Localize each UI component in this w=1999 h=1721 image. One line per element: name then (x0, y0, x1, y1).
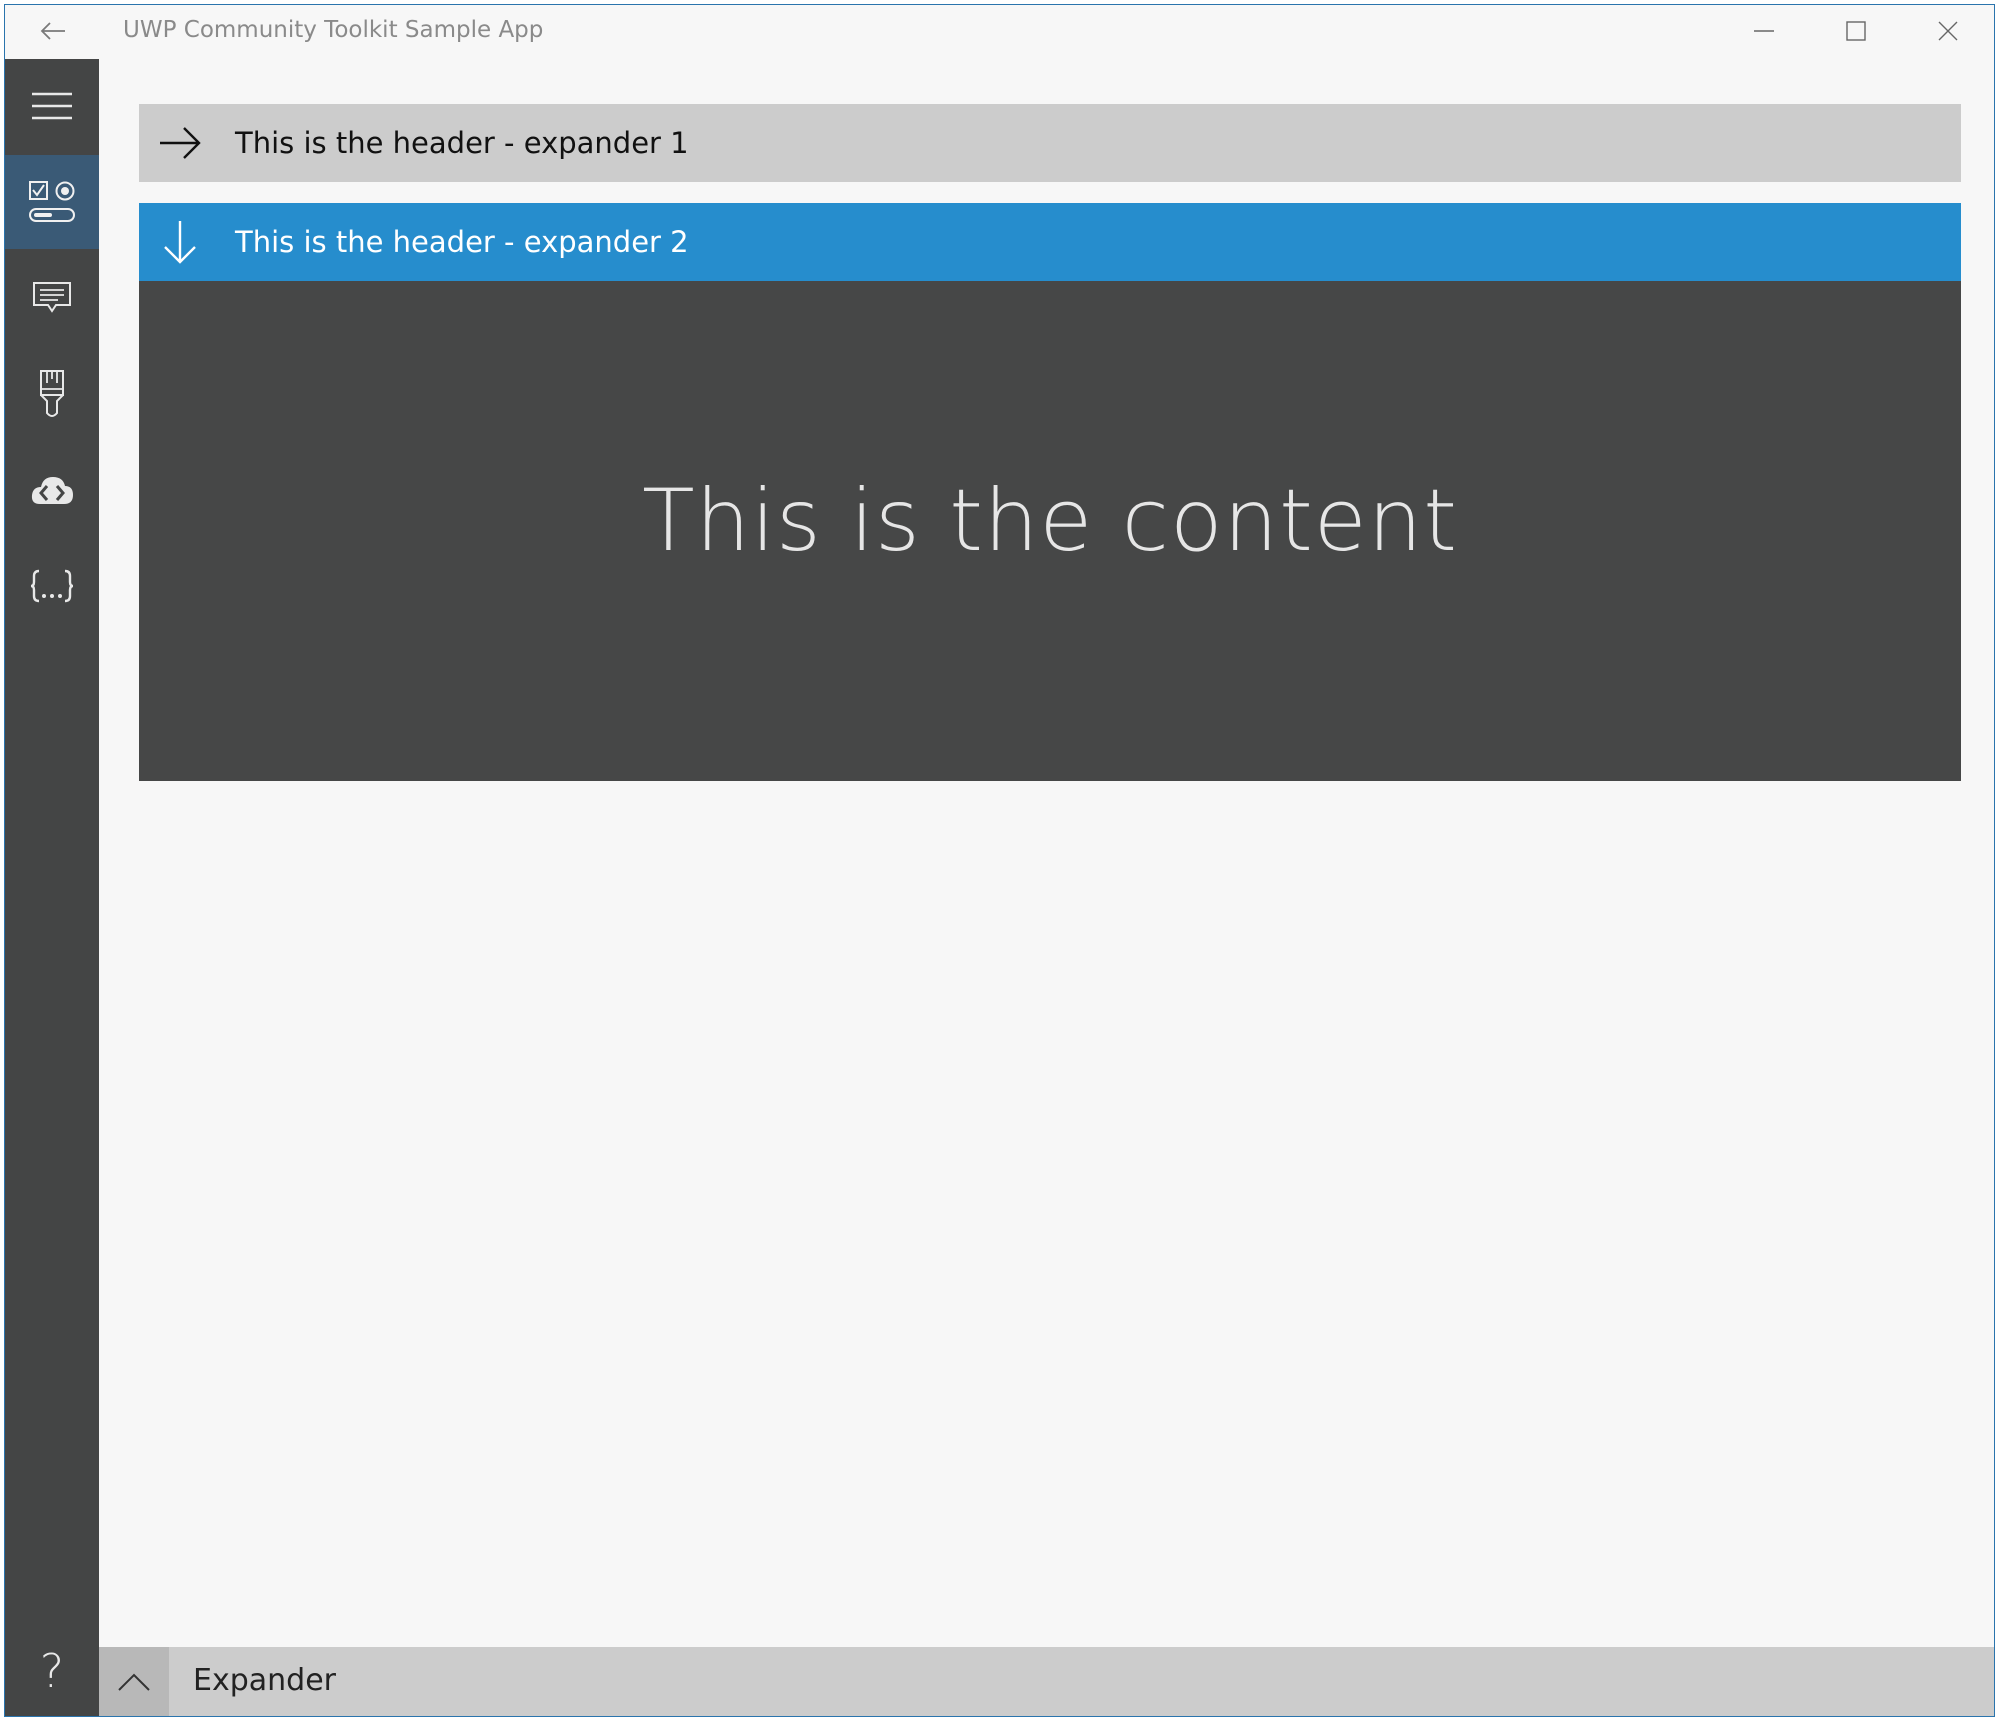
close-button[interactable] (1902, 5, 1994, 57)
title-bar: UWP Community Toolkit Sample App (5, 5, 1994, 59)
controls-icon (28, 180, 76, 224)
nav-item-controls[interactable] (5, 155, 99, 249)
braces-icon (30, 569, 74, 603)
minimize-icon (1754, 21, 1774, 41)
help-button[interactable]: ? (5, 1624, 99, 1716)
hamburger-menu-button[interactable] (5, 59, 99, 153)
nav-item-notifications[interactable] (5, 251, 99, 345)
arrow-right-icon (139, 104, 221, 182)
back-button[interactable] (5, 5, 101, 57)
brush-icon (37, 369, 67, 419)
expander-content-text: This is the content (642, 471, 1458, 571)
notifications-icon (32, 281, 72, 315)
app-window: UWP Community Toolkit Sample App ? This … (4, 4, 1995, 1717)
expander-2-content: This is the content (139, 281, 1961, 781)
navigation-pane: ? (5, 59, 99, 1716)
sample-title: Expander (193, 1663, 336, 1698)
nav-item-services[interactable] (5, 443, 99, 537)
nav-item-brushes[interactable] (5, 347, 99, 441)
sample-bottom-bar: Expander (99, 1647, 1994, 1716)
maximize-button[interactable] (1810, 5, 1902, 57)
minimize-button[interactable] (1718, 5, 1810, 57)
help-icon: ? (39, 1644, 65, 1698)
expander-2-header-label: This is the header - expander 2 (235, 225, 689, 259)
nav-item-extensions[interactable] (5, 539, 99, 633)
expand-panel-button[interactable] (99, 1647, 169, 1716)
expander-2-header[interactable]: This is the header - expander 2 (139, 203, 1961, 281)
expander-1-header-label: This is the header - expander 1 (235, 126, 689, 160)
hamburger-menu-icon (32, 92, 72, 120)
main-content: This is the header - expander 1 This is … (99, 59, 1994, 1649)
expander-1-header[interactable]: This is the header - expander 1 (139, 104, 1961, 182)
arrow-down-icon (139, 203, 221, 281)
cloud-code-icon (30, 474, 74, 506)
maximize-icon (1846, 21, 1866, 41)
window-title: UWP Community Toolkit Sample App (123, 17, 544, 43)
chevron-up-icon (118, 1673, 150, 1691)
close-icon (1938, 21, 1958, 41)
arrow-left-icon (40, 21, 66, 41)
